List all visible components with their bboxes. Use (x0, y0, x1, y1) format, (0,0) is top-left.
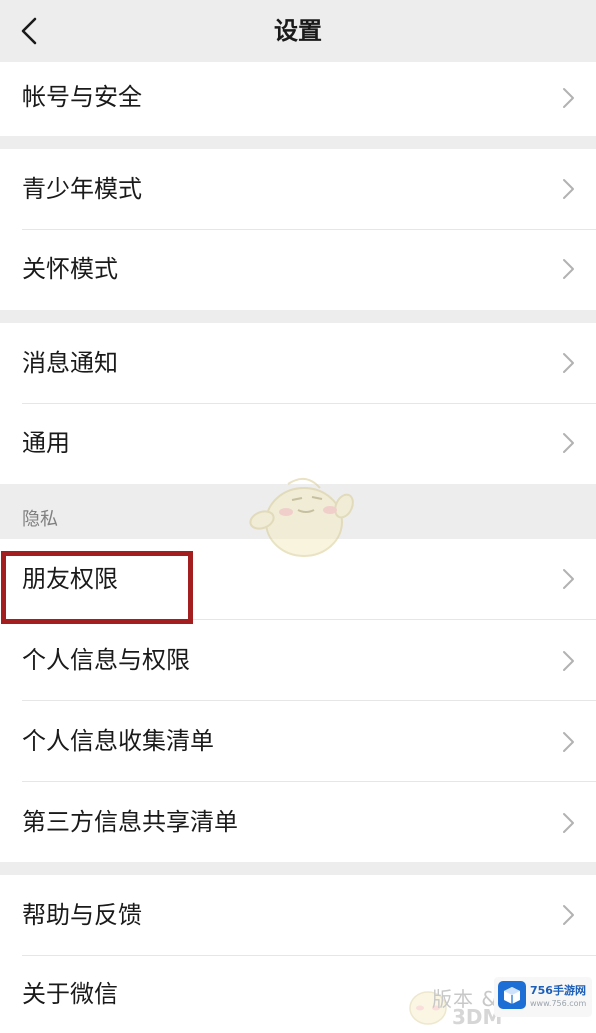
page-title: 设置 (274, 17, 322, 45)
chevron-right-icon (563, 353, 574, 373)
chevron-right-icon (563, 433, 574, 453)
settings-group-general: 消息通知 通用 (0, 323, 596, 484)
settings-item-label: 个人信息与权限 (22, 646, 190, 674)
chevron-left-icon (21, 17, 37, 45)
settings-item-label: 青少年模式 (22, 175, 142, 203)
settings-item-label: 帐号与安全 (22, 83, 142, 111)
chevron-right-icon (563, 651, 574, 671)
settings-group-account: 帐号与安全 (0, 62, 596, 136)
chevron-right-icon (563, 179, 574, 199)
chevron-right-icon (563, 732, 574, 752)
mascot-watermark-icon (249, 477, 354, 557)
settings-group-modes: 青少年模式 关怀模式 (0, 149, 596, 310)
chevron-right-icon (563, 88, 574, 108)
chevron-right-icon (563, 813, 574, 833)
chevron-right-icon (563, 569, 574, 589)
settings-item-label: 通用 (22, 429, 70, 457)
settings-item-label: 关于微信 (22, 980, 118, 1008)
settings-item-youth-mode[interactable]: 青少年模式 (0, 149, 596, 229)
brand-name: 756手游网 (530, 984, 586, 997)
section-header-privacy: 隐私 (22, 509, 58, 530)
settings-item-care-mode[interactable]: 关怀模式 (0, 229, 596, 309)
brand-watermark-badge: 756手游网 www.756.com (494, 977, 592, 1017)
settings-item-label: 个人信息收集清单 (22, 727, 214, 755)
back-button[interactable] (14, 14, 48, 48)
settings-item-notifications[interactable]: 消息通知 (0, 323, 596, 403)
settings-item-label: 第三方信息共享清单 (22, 808, 238, 836)
settings-item-account-security[interactable]: 帐号与安全 (0, 62, 596, 136)
settings-item-label: 朋友权限 (22, 565, 118, 593)
chevron-right-icon (563, 905, 574, 925)
settings-item-personal-info-collection[interactable]: 个人信息收集清单 (0, 700, 596, 781)
settings-item-help-feedback[interactable]: 帮助与反馈 (0, 875, 596, 955)
settings-item-label: 消息通知 (22, 349, 118, 377)
chevron-right-icon (563, 259, 574, 279)
settings-item-third-party-sharing[interactable]: 第三方信息共享清单 (0, 781, 596, 862)
settings-item-label: 帮助与反馈 (22, 901, 142, 929)
nav-bar: 设置 (0, 0, 596, 62)
brand-url: www.756.com (530, 999, 587, 1008)
settings-item-personal-info-permissions[interactable]: 个人信息与权限 (0, 619, 596, 700)
settings-group-privacy: 朋友权限 个人信息与权限 个人信息收集清单 第三方信息共享清单 (0, 539, 596, 862)
settings-item-label: 关怀模式 (22, 255, 118, 283)
cube-logo-icon (498, 981, 526, 1009)
